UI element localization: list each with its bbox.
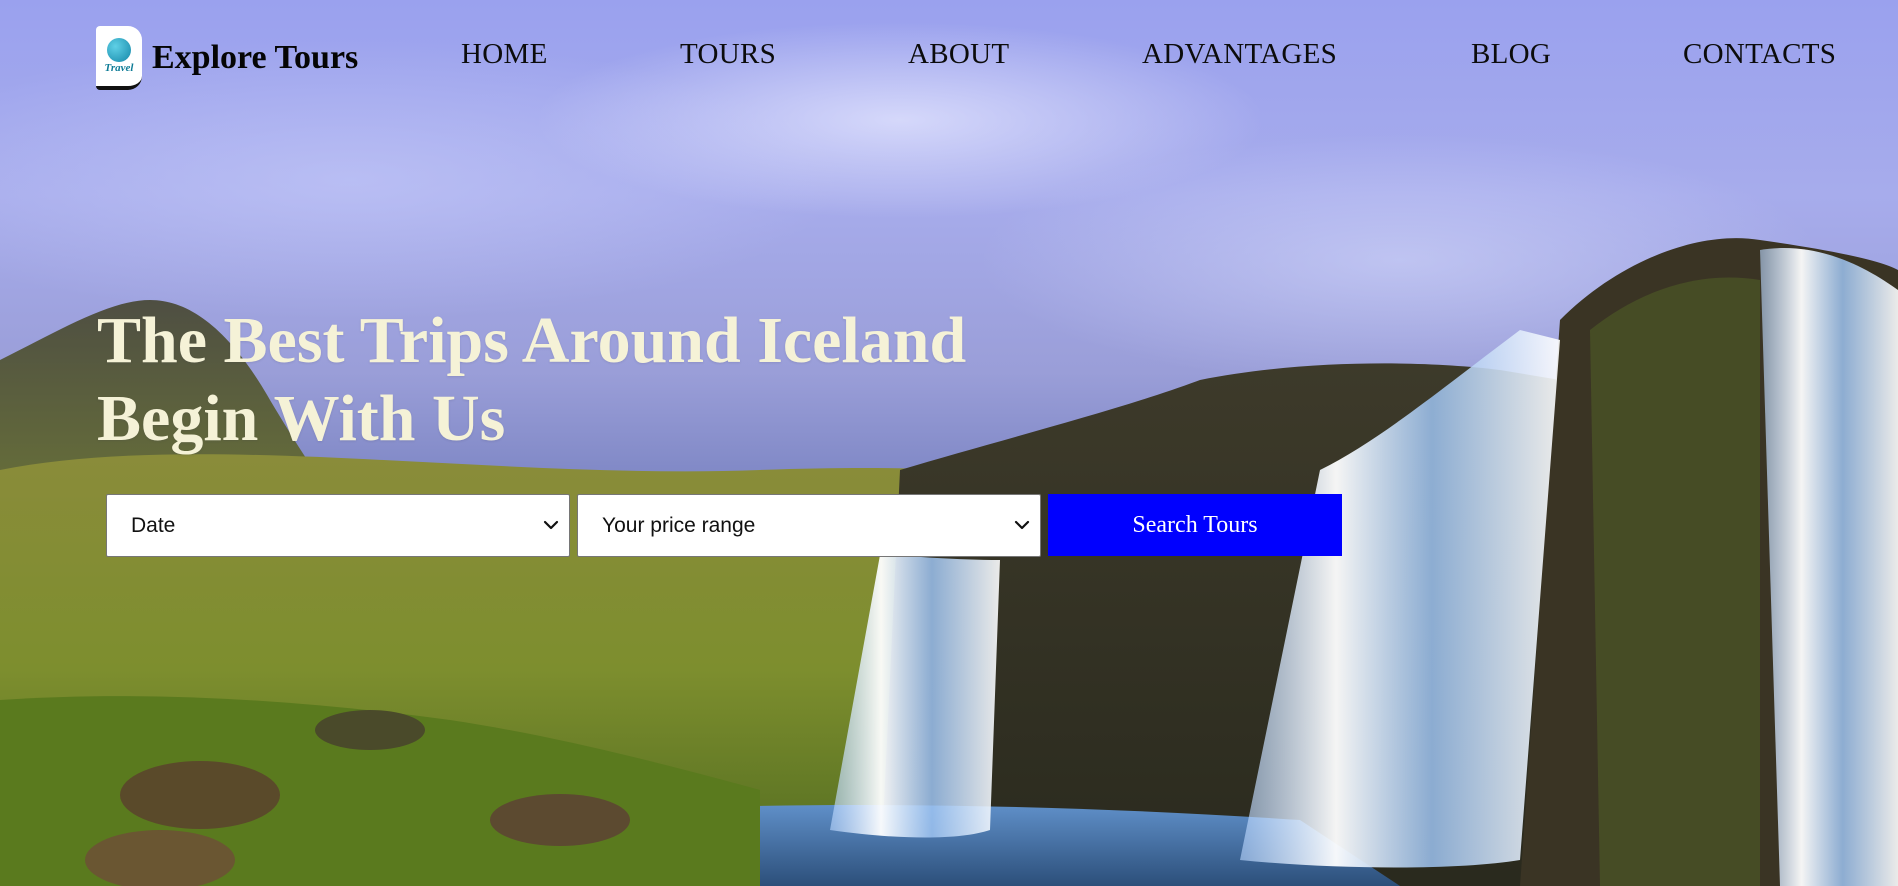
nav-item-home[interactable]: HOME (461, 38, 548, 71)
price-range-select[interactable]: Your price range (577, 494, 1041, 557)
nav-item-contacts[interactable]: CONTACTS (1683, 38, 1836, 71)
nav-item-blog[interactable]: BLOG (1471, 38, 1551, 71)
date-select[interactable]: Date (106, 494, 570, 557)
main-nav: HOME TOURS ABOUT ADVANTAGES BLOG CONTACT… (0, 38, 1898, 78)
nav-item-advantages[interactable]: ADVANTAGES (1142, 38, 1337, 71)
hero-title-line-1: The Best Trips Around Iceland (97, 304, 967, 377)
nav-item-tours[interactable]: TOURS (680, 38, 776, 71)
hero-title: The Best Trips Around Iceland Begin With… (97, 302, 1147, 458)
tour-search-form: Date Your price range Search Tours (106, 494, 1342, 557)
hero-title-line-2: Begin With Us (97, 382, 506, 455)
price-select-wrapper: Your price range (577, 494, 1041, 557)
site-header: Travel Explore Tours HOME TOURS ABOUT AD… (0, 0, 1898, 110)
date-select-wrapper: Date (106, 494, 570, 557)
nav-item-about[interactable]: ABOUT (908, 38, 1009, 71)
search-tours-button[interactable]: Search Tours (1048, 494, 1342, 556)
